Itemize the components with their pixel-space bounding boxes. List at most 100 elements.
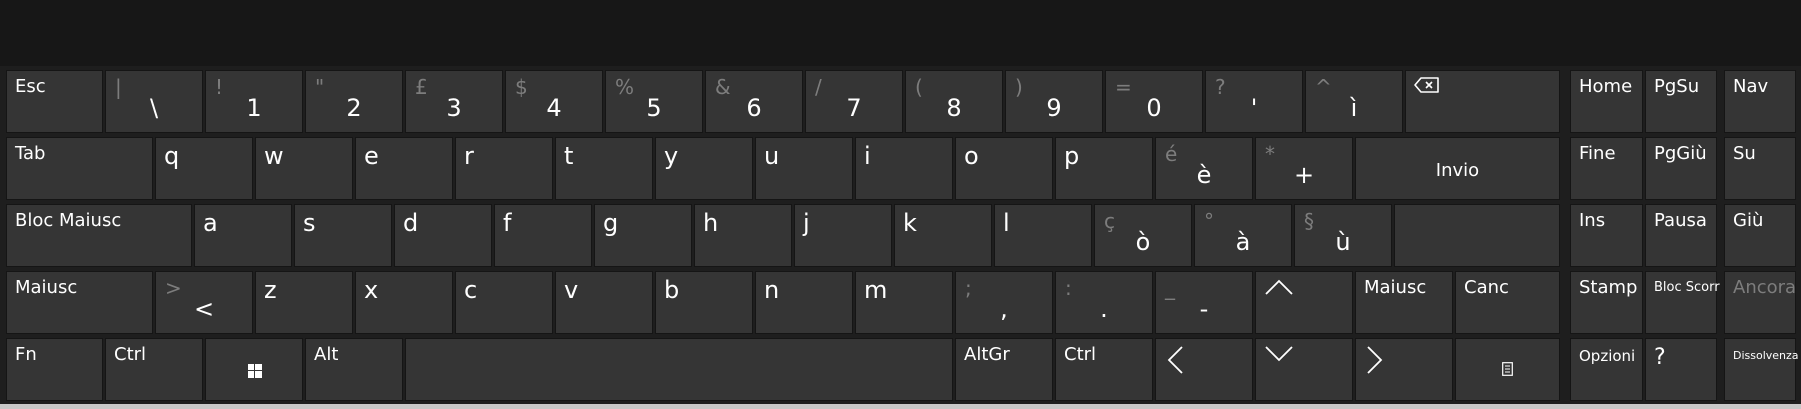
key-j[interactable]: j — [794, 204, 892, 267]
key-q[interactable]: q — [155, 137, 253, 200]
key-n[interactable]: n — [755, 271, 853, 334]
key-main-char: a — [203, 209, 218, 237]
key-backspace[interactable] — [1405, 70, 1560, 133]
key-d[interactable]: d — [394, 204, 492, 267]
key-9[interactable]: ) 9 — [1005, 70, 1103, 133]
key-label: Ctrl — [114, 344, 147, 365]
key-fn[interactable]: Fn — [6, 338, 103, 401]
key-o[interactable]: o — [955, 137, 1053, 200]
key-m[interactable]: m — [855, 271, 953, 334]
key-b[interactable]: b — [655, 271, 753, 334]
key-enter-lower[interactable] — [1394, 204, 1560, 267]
key-space[interactable] — [405, 338, 953, 401]
key-i[interactable]: i — [855, 137, 953, 200]
key-label: Home — [1579, 76, 1633, 97]
key-k[interactable]: k — [894, 204, 992, 267]
key-8[interactable]: ( 8 — [905, 70, 1003, 133]
key-egrave[interactable]: é è — [1155, 137, 1253, 200]
key-tab[interactable]: Tab — [6, 137, 153, 200]
key-comma[interactable]: ; , — [955, 271, 1053, 334]
key-shift-right[interactable]: Maiusc — [1355, 271, 1453, 334]
key-u[interactable]: u — [755, 137, 853, 200]
key-w[interactable]: w — [255, 137, 353, 200]
key-main-char: 7 — [846, 94, 862, 122]
key-period[interactable]: : . — [1055, 271, 1153, 334]
key-ctrl-right[interactable]: Ctrl — [1055, 338, 1153, 401]
key-c[interactable]: c — [455, 271, 553, 334]
key-3[interactable]: £ 3 — [405, 70, 503, 133]
key-nav[interactable]: Nav — [1724, 70, 1796, 133]
on-screen-keyboard: Esc | \ ! 1 " 2 £ 3 $ 4 % 5 & 6 / 7 ( 8 … — [0, 66, 1801, 409]
key-main-char: k — [903, 209, 917, 237]
key-alt[interactable]: Alt — [305, 338, 403, 401]
key-e[interactable]: e — [355, 137, 453, 200]
key-context-menu[interactable] — [1455, 338, 1560, 401]
key-backslash[interactable]: | \ — [105, 70, 203, 133]
key-a[interactable]: a — [194, 204, 292, 267]
key-print[interactable]: Stamp — [1570, 271, 1643, 334]
key-2[interactable]: " 2 — [305, 70, 403, 133]
key-pgdn[interactable]: PgGiù — [1645, 137, 1717, 200]
key-1[interactable]: ! 1 — [205, 70, 303, 133]
key-windows[interactable] — [205, 338, 303, 401]
key-arrow-down[interactable] — [1255, 338, 1353, 401]
key-esc[interactable]: Esc — [6, 70, 103, 133]
key-down[interactable]: Giù — [1724, 204, 1796, 267]
key-main-char: 5 — [646, 94, 662, 122]
key-minus[interactable]: _ - — [1155, 271, 1253, 334]
key-s[interactable]: s — [294, 204, 392, 267]
key-6[interactable]: & 6 — [705, 70, 803, 133]
key-main-char: o — [964, 142, 979, 170]
key-arrow-up[interactable] — [1255, 271, 1353, 334]
key-arrow-left[interactable] — [1155, 338, 1253, 401]
key-h[interactable]: h — [694, 204, 792, 267]
key-shift-left[interactable]: Maiusc — [6, 271, 153, 334]
key-capslock[interactable]: Bloc Maiusc — [6, 204, 192, 267]
key-apostrophe[interactable]: ? ' — [1205, 70, 1303, 133]
key-lessthan[interactable]: > < — [155, 271, 253, 334]
key-ins[interactable]: Ins — [1570, 204, 1643, 267]
key-y[interactable]: y — [655, 137, 753, 200]
key-4[interactable]: $ 4 — [505, 70, 603, 133]
key-dock[interactable]: Ancora — [1724, 271, 1796, 334]
key-5[interactable]: % 5 — [605, 70, 703, 133]
key-home[interactable]: Home — [1570, 70, 1643, 133]
key-plus[interactable]: * + — [1255, 137, 1353, 200]
key-canc[interactable]: Canc — [1455, 271, 1560, 334]
key-up[interactable]: Su — [1724, 137, 1796, 200]
key-main-char: 3 — [446, 94, 462, 122]
key-pgup[interactable]: PgSu — [1645, 70, 1717, 133]
key-g[interactable]: g — [594, 204, 692, 267]
key-arrow-right[interactable] — [1355, 338, 1453, 401]
key-options[interactable]: Opzioni — [1570, 338, 1643, 401]
key-help[interactable]: ? — [1645, 338, 1717, 401]
key-label: Maiusc — [1364, 277, 1427, 298]
key-r[interactable]: r — [455, 137, 553, 200]
key-ugrave[interactable]: § ù — [1294, 204, 1392, 267]
key-ctrl-left[interactable]: Ctrl — [105, 338, 203, 401]
key-label: Ctrl — [1064, 344, 1097, 365]
key-7[interactable]: / 7 — [805, 70, 903, 133]
key-fade[interactable]: Dissolvenza — [1724, 338, 1799, 401]
key-scrolllock[interactable]: Bloc Scorr — [1645, 271, 1720, 334]
key-t[interactable]: t — [555, 137, 653, 200]
key-z[interactable]: z — [255, 271, 353, 334]
key-enter[interactable]: Invio — [1355, 137, 1560, 200]
key-ograve[interactable]: ç ò — [1094, 204, 1192, 267]
key-0[interactable]: = 0 — [1105, 70, 1203, 133]
key-end[interactable]: Fine — [1570, 137, 1643, 200]
key-main-char: h — [703, 209, 719, 237]
key-v[interactable]: v — [555, 271, 653, 334]
key-agrave[interactable]: ° à — [1194, 204, 1292, 267]
key-x[interactable]: x — [355, 271, 453, 334]
key-igrave[interactable]: ^ ì — [1305, 70, 1403, 133]
key-f[interactable]: f — [494, 204, 592, 267]
key-altgr[interactable]: AltGr — [955, 338, 1053, 401]
windows-icon — [248, 364, 262, 378]
key-main-char: c — [464, 276, 478, 304]
key-p[interactable]: p — [1055, 137, 1153, 200]
arrow-left-icon — [1167, 346, 1183, 374]
key-pause[interactable]: Pausa — [1645, 204, 1717, 267]
key-label: Bloc Maiusc — [15, 210, 122, 231]
key-l[interactable]: l — [994, 204, 1092, 267]
